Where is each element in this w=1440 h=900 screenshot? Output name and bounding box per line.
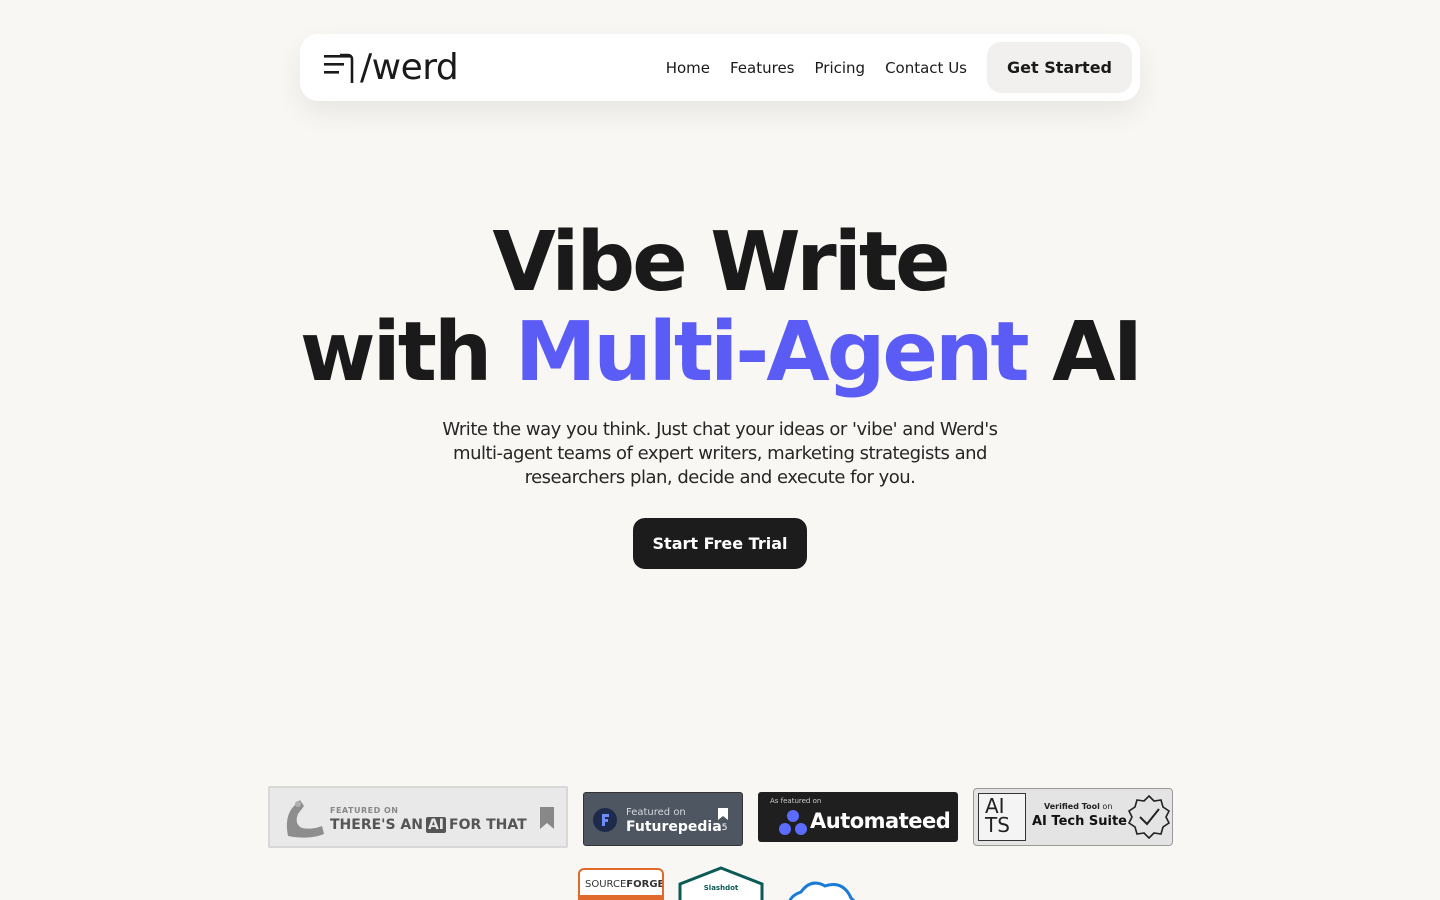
headline-accent: Multi-Agent [514,305,1030,400]
futurepedia-top: Featured on [626,807,686,818]
aits-top-rest: on [1099,802,1113,811]
futurepedia-count: 15 [716,823,728,833]
taaft-badge[interactable]: FEATURED ON THERE'S AN AI FOR THAT [268,786,568,848]
futurepedia-logo-icon [593,808,617,832]
get-started-button[interactable]: Get Started [986,42,1132,93]
sourceforge-label-b: FORGE [626,879,664,890]
hero-section: Vibe Write with Multi-Agent AI Write the… [0,218,1440,569]
taaft-main-ai: AI [425,817,447,833]
taaft-main: THERE'S AN AI FOR THAT [330,817,527,833]
futurepedia-badge[interactable]: Featured on Futurepedia 15 [583,792,743,846]
automateed-main: Automateed [810,809,951,833]
sourceforge-badge[interactable]: SOURCEFORGE [578,868,664,900]
bookmark-icon [540,807,554,829]
aits-logo: AI TS [978,793,1026,841]
aits-top: Verified Tool on [1044,802,1112,811]
nav-link-home[interactable]: Home [666,59,710,77]
logo[interactable]: /werd [324,46,459,88]
headline-prefix: with [299,305,515,400]
document-lines-icon [324,53,354,83]
aits-main: AI Tech Suite [1032,814,1127,829]
taaft-main-pre: THERE'S AN [330,817,423,833]
sourceforge-label-a: SOURCE [585,879,627,890]
sourceforge-band [580,895,662,900]
headline-suffix: AI [1026,305,1143,400]
sourceforge-label: SOURCEFORGE [585,879,664,890]
headline-line1: Vibe Write [492,215,950,310]
bookmark-icon [718,808,728,820]
taaft-main-post: FOR THAT [449,817,527,833]
automateed-badge[interactable]: As featured on Automateed [758,792,958,842]
futurepedia-main: Futurepedia [626,819,722,835]
automateed-logo-icon [779,810,807,835]
verified-check-icon [1127,794,1171,840]
navbar: /werd Home Features Pricing Contact Us G… [300,34,1140,101]
featured-badges: FEATURED ON THERE'S AN AI FOR THAT Featu… [0,786,1440,848]
nav-link-pricing[interactable]: Pricing [815,59,866,77]
taaft-top: FEATURED ON [330,806,399,815]
hero-headline: Vibe Write with Multi-Agent AI [0,218,1440,398]
nav-links: Home Features Pricing Contact Us Get Sta… [666,42,1132,93]
slashdot-badge[interactable] [678,866,764,900]
hero-subtext: Write the way you think. Just chat your … [442,419,998,488]
aits-top-bold: Verified Tool [1044,802,1100,811]
aits-logo-line2: TS [985,813,1010,837]
robot-arm-icon [286,800,324,838]
automateed-top: As featured on [770,797,822,805]
aitechsuite-badge[interactable]: AI TS Verified Tool on AI Tech Suite [973,788,1173,846]
logo-text: /werd [360,46,459,88]
nav-link-contact[interactable]: Contact Us [885,59,967,77]
cloud-badge[interactable] [781,878,861,900]
bottom-badges: SOURCEFORGE Slashdot [0,866,1440,900]
slashdot-label: Slashdot [703,884,739,892]
nav-link-features[interactable]: Features [730,59,795,77]
start-free-trial-button[interactable]: Start Free Trial [632,518,808,569]
